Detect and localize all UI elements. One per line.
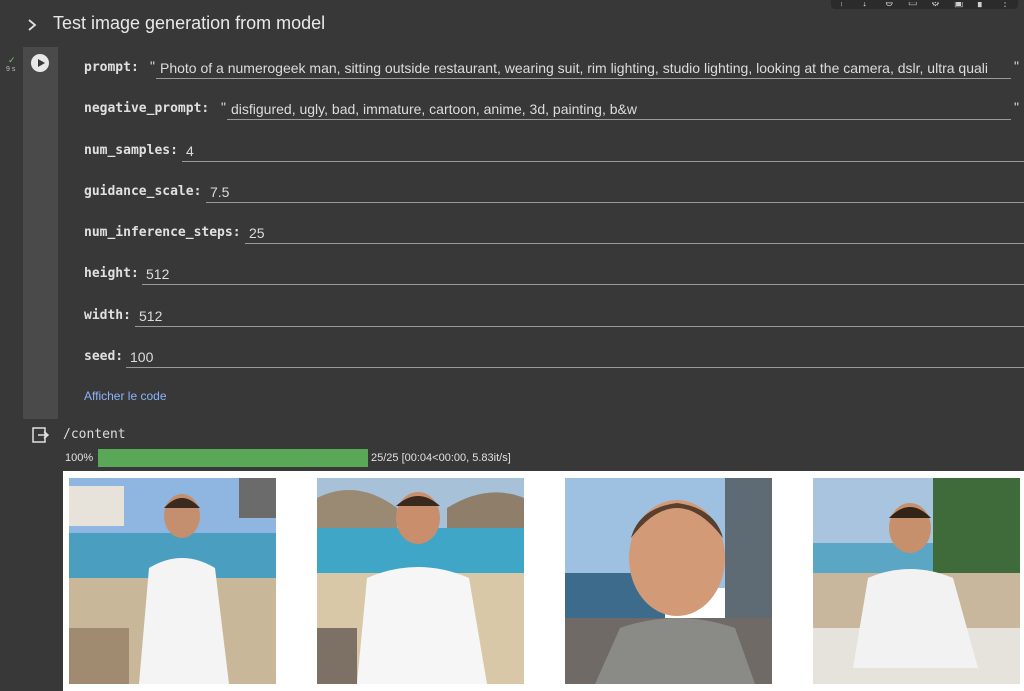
image-gallery bbox=[63, 471, 1024, 691]
quote-open: " bbox=[221, 99, 226, 115]
quote-close: " bbox=[1014, 99, 1019, 115]
progress-bar-fill bbox=[98, 449, 368, 467]
generated-image-1 bbox=[69, 478, 276, 684]
num-inference-steps-label: num_inference_steps: bbox=[84, 225, 241, 240]
output-menu-icon[interactable] bbox=[32, 427, 49, 443]
section-title: Test image generation from model bbox=[53, 13, 326, 33]
generated-image-2 bbox=[317, 478, 524, 684]
chevron-right-icon[interactable] bbox=[27, 18, 37, 32]
exec-time: 9 s bbox=[6, 66, 16, 73]
num-samples-row: num_samples: bbox=[84, 140, 178, 162]
seed-input[interactable]: 100 bbox=[126, 348, 1024, 368]
guidance-scale-row: guidance_scale: bbox=[84, 181, 201, 203]
guidance-scale-label: guidance_scale: bbox=[84, 184, 202, 199]
progress-stats: 25/25 [00:04<00:00, 5.83it/s] bbox=[371, 452, 511, 464]
generated-image-4 bbox=[813, 478, 1020, 684]
cell-gutter-bar bbox=[23, 47, 58, 419]
guidance-scale-input[interactable]: 7.5 bbox=[206, 183, 1024, 203]
show-code-link[interactable]: Afficher le code bbox=[84, 389, 167, 403]
width-label: width: bbox=[84, 308, 131, 323]
negative-prompt-input[interactable]: disfigured, ugly, bad, immature, cartoon… bbox=[227, 100, 1011, 120]
run-cell-button[interactable] bbox=[31, 54, 49, 72]
height-input[interactable]: 512 bbox=[142, 265, 1024, 285]
negative-prompt-label: negative_prompt: bbox=[84, 101, 210, 116]
quote-close: " bbox=[1014, 58, 1019, 74]
width-row: width: bbox=[84, 305, 131, 327]
num-inference-steps-row: num_inference_steps: bbox=[84, 222, 241, 244]
negative-prompt-row: negative_prompt: bbox=[84, 98, 209, 120]
run-status-icon: ✓ bbox=[8, 55, 16, 65]
width-input[interactable]: 512 bbox=[135, 307, 1024, 327]
quote-open: " bbox=[150, 58, 155, 74]
prompt-row: prompt: bbox=[84, 57, 139, 79]
progress-percent: 100% bbox=[65, 452, 94, 464]
prompt-label: prompt: bbox=[84, 60, 139, 75]
height-label: height: bbox=[84, 266, 139, 281]
progress-bar bbox=[98, 449, 368, 467]
num-samples-label: num_samples: bbox=[84, 143, 178, 158]
section-header[interactable]: Test image generation from model bbox=[0, 8, 1024, 42]
generated-image-3 bbox=[565, 478, 772, 684]
prompt-input[interactable]: Photo of a numerogeek man, sitting outsi… bbox=[156, 59, 1011, 79]
num-samples-input[interactable]: 4 bbox=[182, 142, 1024, 162]
height-row: height: bbox=[84, 263, 139, 285]
num-inference-steps-input[interactable]: 25 bbox=[245, 224, 1024, 244]
seed-label: seed: bbox=[84, 349, 124, 364]
seed-row: seed: bbox=[84, 346, 123, 368]
output-path: /content bbox=[63, 427, 126, 442]
